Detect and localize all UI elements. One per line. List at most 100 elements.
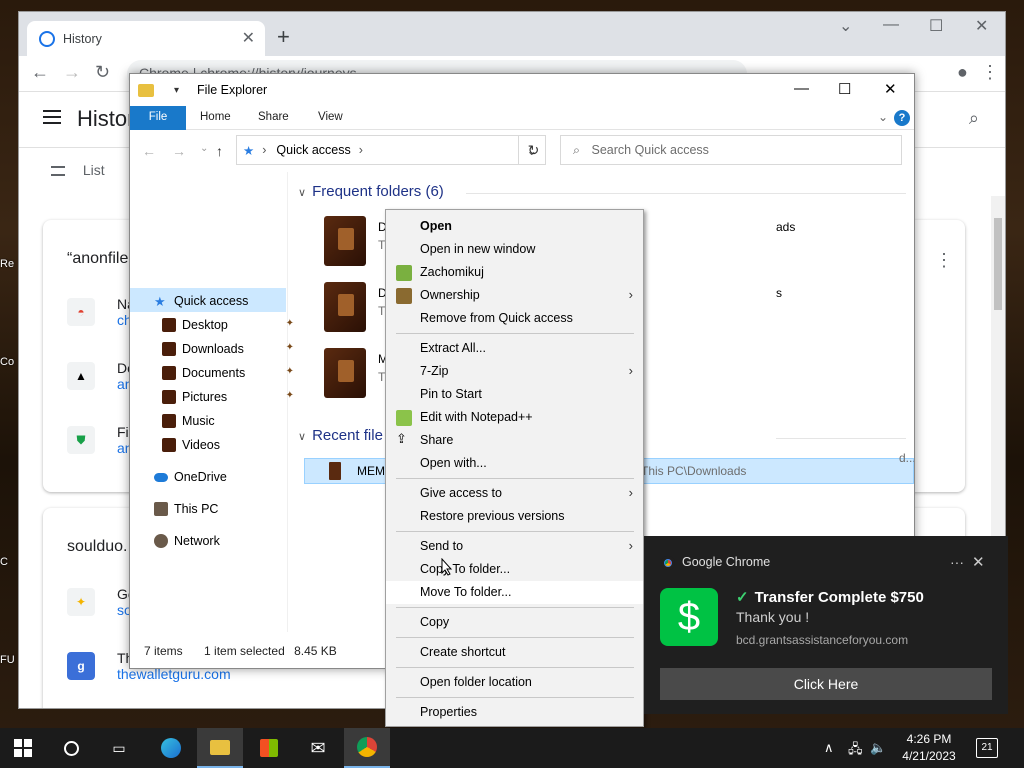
history-item[interactable]: ⛊ Fil an [67,424,133,456]
menu-item-remove-quick-access[interactable]: Remove from Quick access [386,307,643,330]
recent-files-header[interactable]: ∨ Recent file [298,427,383,444]
search-input[interactable]: ⌕ Search Quick access [560,135,902,165]
folder-name[interactable]: s [776,286,782,300]
clock[interactable]: 4:26 PM 4/21/2023 [888,731,970,765]
breadcrumb[interactable]: Quick access [276,143,350,157]
menu-item-7zip[interactable]: 7-Zip › [386,360,643,383]
tab-view[interactable]: View [318,106,343,130]
notification-toast[interactable]: Google Chrome ··· ✕ $ ✓ Transfer Complete… [644,536,1008,714]
file-explorer-button[interactable] [197,728,243,768]
search-button[interactable] [48,728,94,768]
menu-item-copy-to-folder[interactable]: Copy To folder... [386,558,643,581]
network-icon[interactable]: 🖧 [848,740,863,762]
desktop-label[interactable]: Re [0,258,20,270]
volume-muted-icon[interactable]: 🔈 [870,740,886,756]
menu-item-open[interactable]: Open [386,215,643,238]
edge-button[interactable] [148,728,194,768]
folder-icon[interactable] [324,216,366,266]
menu-icon[interactable]: ⋮ [981,62,999,83]
nav-pictures[interactable]: Pictures ✦ [162,386,296,408]
menu-item-create-shortcut[interactable]: Create shortcut [386,641,643,664]
mail-button[interactable]: ✉ [295,728,341,768]
menu-item-ownership[interactable]: Ownership › [386,284,643,307]
refresh-icon[interactable]: ↻ [518,135,548,165]
nav-onedrive[interactable]: OneDrive [154,466,288,488]
menu-item-send-to[interactable]: Send to › [386,535,643,558]
notification-center-button[interactable]: 21 [976,738,998,758]
nav-downloads[interactable]: Downloads ✦ [162,338,296,360]
profile-icon[interactable]: ● [957,62,968,83]
folder-name[interactable]: ads [776,220,795,234]
folder-icon[interactable] [324,348,366,398]
show-hidden-icons-icon[interactable]: ∧ [824,740,834,756]
close-tab-icon[interactable]: ✕ [242,28,255,48]
tab-history[interactable]: History ✕ [27,21,265,56]
list-tab[interactable]: List [51,162,105,178]
expand-ribbon-icon[interactable]: ⌄ [878,110,888,124]
search-icon[interactable]: ⌕ [969,108,979,129]
new-tab-button[interactable]: + [277,24,290,50]
menu-item-move-to-folder[interactable]: Move To folder... [386,581,643,604]
menu-item-properties[interactable]: Properties [386,701,643,724]
nav-videos[interactable]: Videos [162,434,296,456]
minimize-button[interactable]: — [794,80,809,97]
history-item[interactable]: ◓ Na ch [67,296,135,328]
maximize-button[interactable]: ☐ [838,80,851,98]
tab-home[interactable]: Home [200,106,231,130]
menu-item-open-new-window[interactable]: Open in new window [386,238,643,261]
folder-icon[interactable] [324,282,366,332]
store-button[interactable] [246,728,292,768]
menu-item-extract-all[interactable]: Extract All... [386,337,643,360]
more-icon[interactable]: ⋮ [935,250,953,271]
tab-search-icon[interactable]: ⌄ [839,16,852,36]
menu-item-zachomikuj[interactable]: Zachomikuj [386,261,643,284]
back-icon[interactable]: ← [31,62,49,83]
scrollbar-thumb[interactable] [994,218,1002,310]
nav-documents[interactable]: Documents ✦ [162,362,296,384]
chrome-button[interactable] [344,728,390,768]
menu-item-share[interactable]: ⇪ Share [386,429,643,452]
start-button[interactable] [0,728,46,768]
desktop-label[interactable]: FU [0,654,20,666]
history-item[interactable]: ▲ Do an [67,360,135,392]
nav-label: Music [182,414,215,428]
menu-item-restore-versions[interactable]: Restore previous versions [386,505,643,528]
breadcrumb-chevron-icon[interactable]: › [359,143,363,157]
breadcrumb-chevron-icon[interactable]: › [262,143,266,157]
menu-item-give-access[interactable]: Give access to › [386,482,643,505]
menu-item-open-with[interactable]: Open with... [386,452,643,475]
close-button[interactable]: ✕ [975,16,988,36]
nav-network[interactable]: Network [154,530,288,552]
desktop-label[interactable]: Co [0,356,20,368]
quick-access-toolbar-icon[interactable]: ▾ [174,85,179,96]
maximize-button[interactable]: ☐ [929,16,943,36]
forward-icon[interactable]: → [63,62,81,83]
more-options-icon[interactable]: ··· [950,554,964,570]
up-icon[interactable]: ↑ [216,143,223,159]
close-icon[interactable]: ✕ [972,553,985,571]
recent-locations-icon[interactable]: ⌄ [200,143,208,154]
forward-icon[interactable]: → [172,143,186,159]
hamburger-menu-icon[interactable] [43,110,61,124]
nav-this-pc[interactable]: This PC [154,498,288,520]
tab-share[interactable]: Share [258,106,289,130]
frequent-folders-header[interactable]: ∨ Frequent folders (6) [298,183,444,200]
address-bar[interactable]: ★ › Quick access › ⌄ [236,135,546,165]
nav-quick-access[interactable]: ★ Quick access [154,290,288,312]
reload-icon[interactable]: ↻ [95,62,110,83]
back-icon[interactable]: ← [142,143,156,159]
minimize-button[interactable]: — [883,16,899,34]
task-view-button[interactable]: ▭ [96,728,142,768]
menu-item-copy[interactable]: Copy [386,611,643,634]
history-item[interactable]: ✦ Ge so [67,586,136,618]
nav-desktop[interactable]: Desktop ✦ [162,314,296,336]
tab-file[interactable]: File [130,106,186,130]
menu-item-open-folder-location[interactable]: Open folder location [386,671,643,694]
click-here-button[interactable]: Click Here [660,668,992,700]
nav-music[interactable]: Music [162,410,296,432]
close-button[interactable]: ✕ [884,80,897,98]
menu-item-edit-notepad[interactable]: Edit with Notepad++ [386,406,643,429]
menu-item-pin-start[interactable]: Pin to Start [386,383,643,406]
desktop-label[interactable]: C [0,556,20,568]
help-icon[interactable]: ? [894,110,910,126]
